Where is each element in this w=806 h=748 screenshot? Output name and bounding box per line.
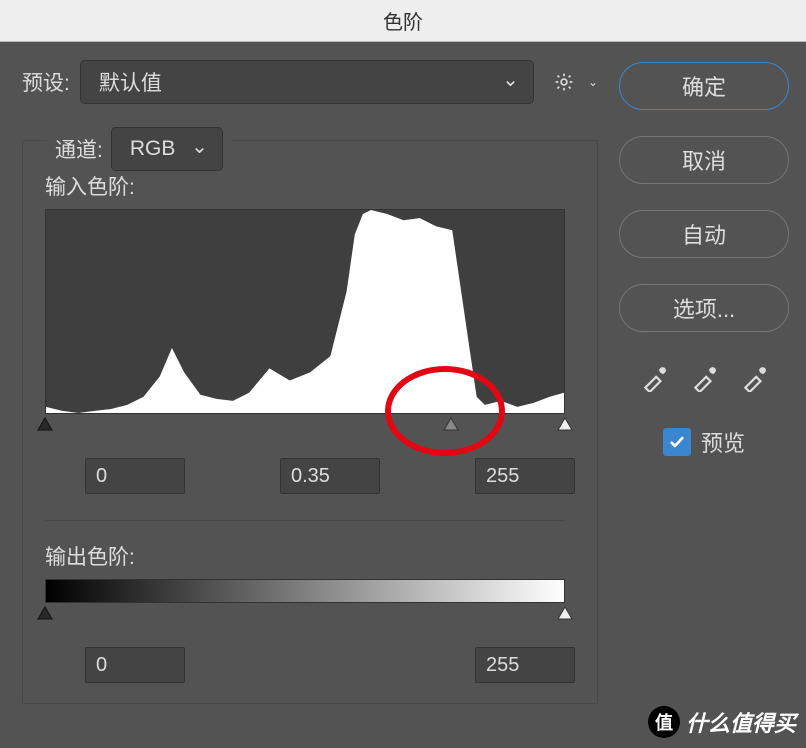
output-levels-label: 输出色阶: [45, 541, 575, 571]
channel-value: RGB [130, 137, 176, 161]
input-black-field[interactable] [85, 458, 185, 494]
eyedropper-gray-icon[interactable] [691, 366, 717, 392]
output-white-field[interactable] [475, 647, 575, 683]
cancel-button[interactable]: 取消 [619, 136, 789, 184]
titlebar: 色阶 [0, 0, 806, 42]
window-title: 色阶 [383, 6, 423, 35]
input-gamma-field[interactable] [280, 458, 380, 494]
channel-label: 通道: [55, 134, 103, 164]
preset-value: 默认值 [99, 67, 162, 97]
preview-checkbox[interactable] [663, 428, 691, 456]
output-black-slider[interactable] [36, 605, 54, 621]
watermark: 值 什么值得买 [648, 706, 796, 738]
histogram [45, 209, 565, 414]
output-gradient [45, 579, 565, 603]
output-white-slider[interactable] [556, 605, 574, 621]
input-slider-track [45, 416, 565, 440]
input-white-field[interactable] [475, 458, 575, 494]
output-slider-track [45, 605, 565, 629]
channel-select[interactable]: RGB [111, 127, 223, 171]
options-button[interactable]: 选项... [619, 284, 789, 332]
watermark-logo-icon: 值 [648, 706, 680, 738]
eyedropper-black-icon[interactable] [641, 366, 667, 392]
black-point-slider[interactable] [36, 416, 54, 432]
divider [45, 520, 565, 521]
auto-button[interactable]: 自动 [619, 210, 789, 258]
input-levels-label: 输入色阶: [45, 171, 575, 201]
watermark-text: 什么值得买 [686, 706, 796, 738]
preview-label: 预览 [701, 426, 745, 458]
gamma-midtone-slider[interactable] [442, 416, 460, 432]
gear-icon[interactable] [554, 72, 574, 92]
preset-label: 预设: [22, 67, 70, 97]
eyedropper-white-icon[interactable] [741, 366, 767, 392]
white-point-slider[interactable] [556, 416, 574, 432]
preset-select[interactable]: 默认值 [80, 60, 534, 104]
gear-caret-icon[interactable] [584, 73, 598, 91]
output-black-field[interactable] [85, 647, 185, 683]
ok-button[interactable]: 确定 [619, 62, 789, 110]
